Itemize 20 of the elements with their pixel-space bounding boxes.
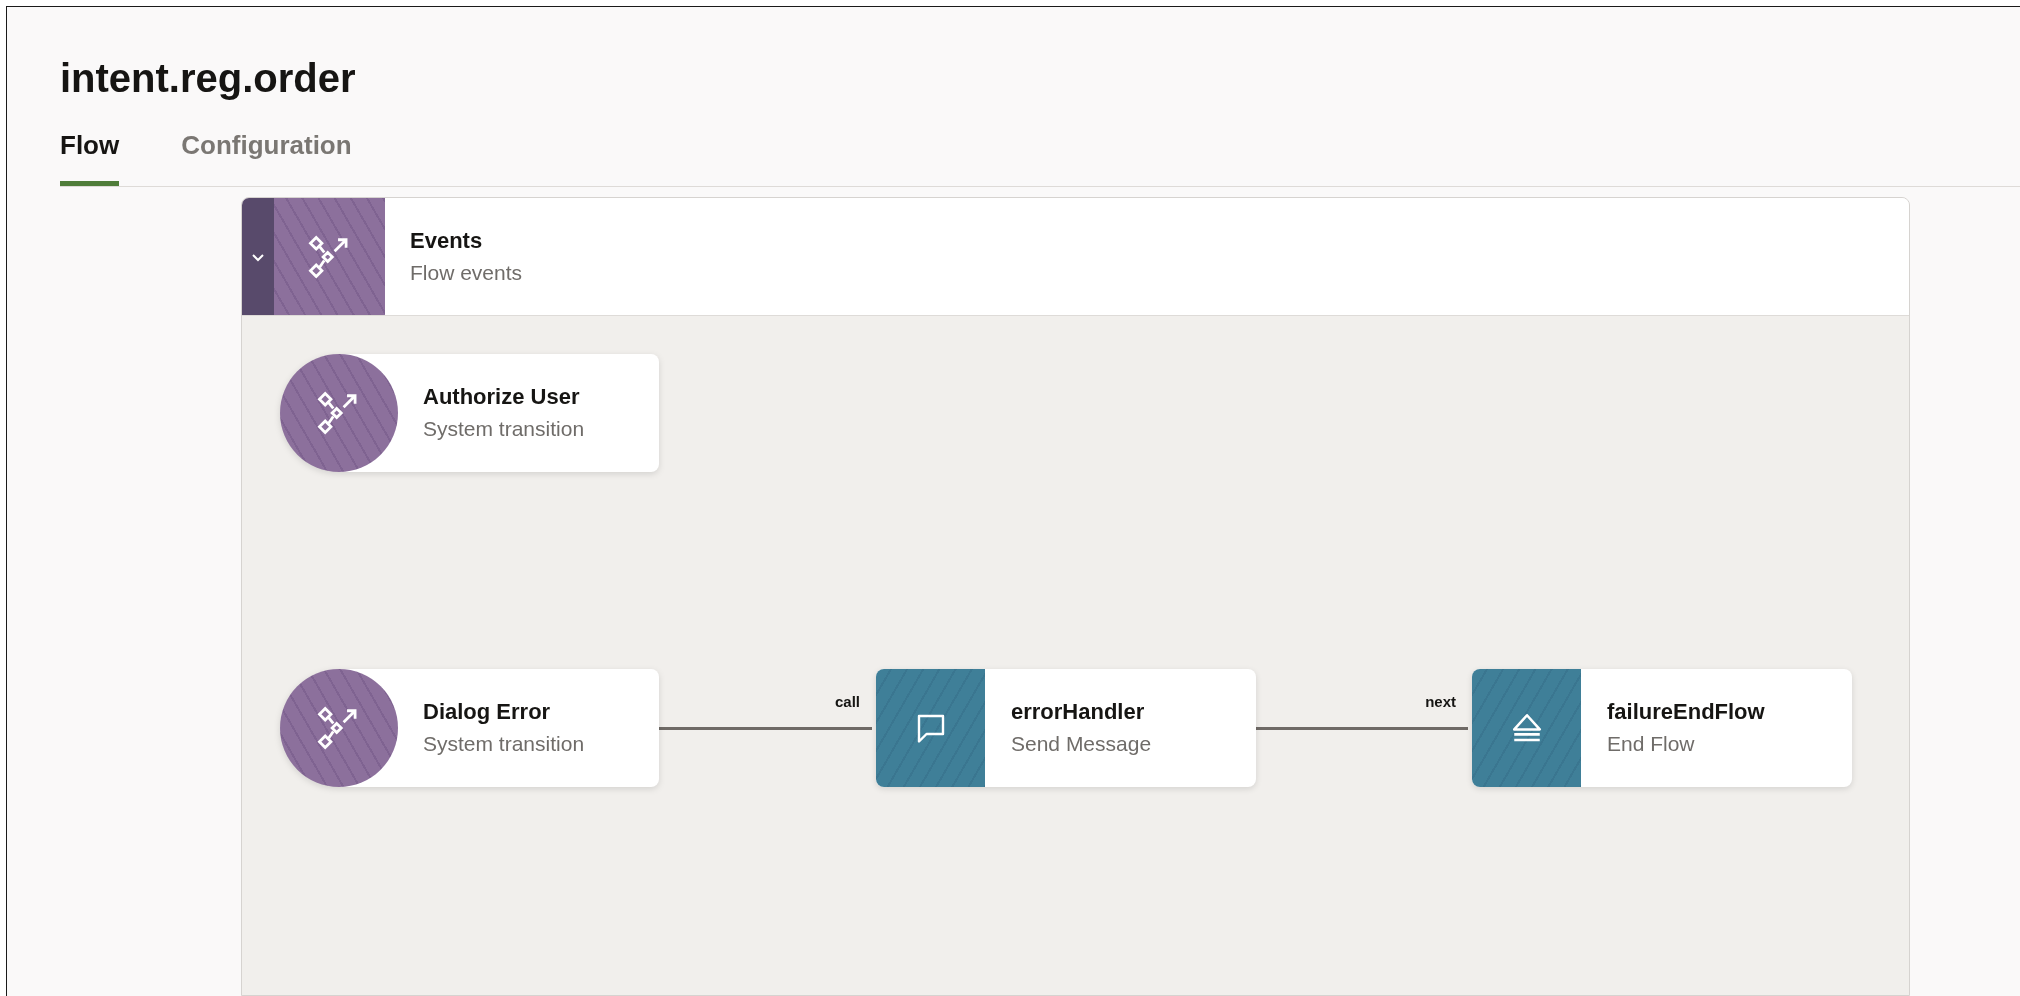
node-card[interactable]: Authorize User System transition — [280, 354, 659, 472]
connector-label: call — [834, 692, 860, 712]
page-title: intent.reg.order — [60, 55, 357, 102]
node-subtitle: System transition — [423, 416, 585, 442]
panel-title: Events — [410, 226, 484, 255]
node-title: errorHandler — [1011, 698, 1146, 726]
node-title: Dialog Error — [423, 698, 552, 726]
panel-subtitle: Flow events — [410, 259, 523, 286]
node-subtitle: System transition — [423, 731, 585, 757]
node-card[interactable]: failureEndFlow End Flow — [1472, 669, 1852, 787]
node-title: Authorize User — [423, 383, 581, 411]
node-subtitle: Send Message — [1011, 731, 1152, 757]
connector-label: next — [1425, 692, 1456, 712]
node-card[interactable]: errorHandler Send Message — [876, 669, 1256, 787]
node-title: failureEndFlow — [1607, 698, 1765, 726]
tab[interactable]: Configuration — [181, 129, 352, 186]
collapse-toggle[interactable] — [242, 198, 274, 315]
node-card[interactable]: Dialog Error System transition — [280, 669, 659, 787]
tab[interactable]: Flow — [60, 129, 120, 186]
node-subtitle: End Flow — [1607, 731, 1696, 757]
